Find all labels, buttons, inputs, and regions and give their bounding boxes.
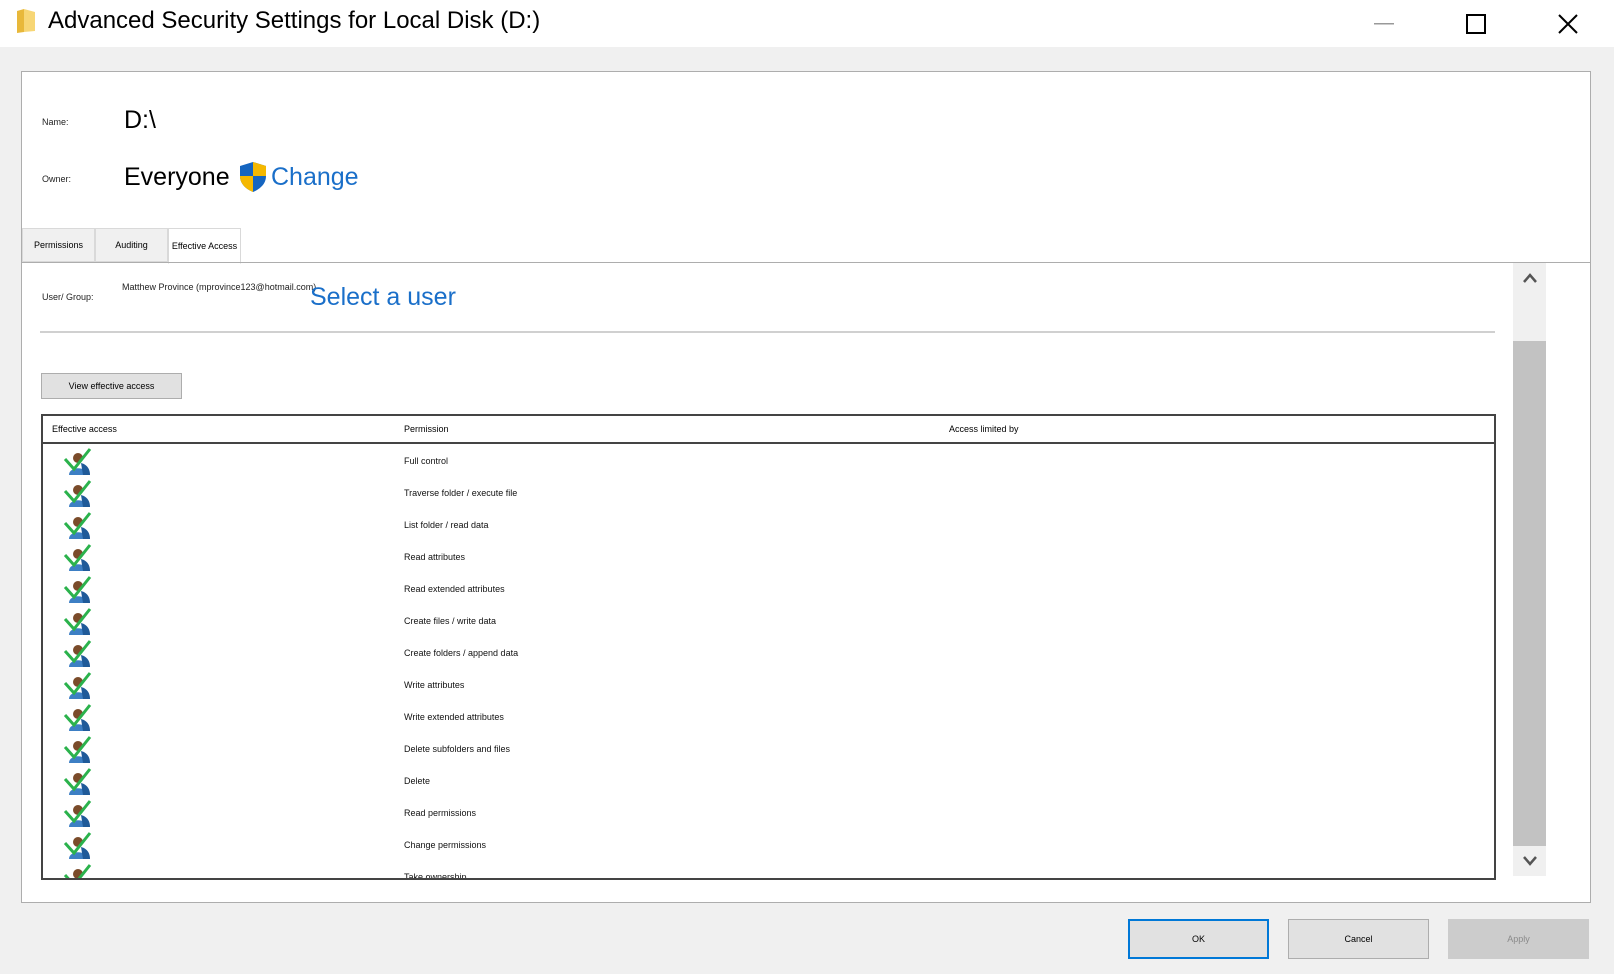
effective-access-table: Effective access Permission Access limit… (41, 414, 1496, 880)
permission-label: Create folders / append data (404, 648, 519, 658)
settings-panel: Name: D:\ Owner: Everyone Change Permiss… (21, 71, 1591, 903)
minimize-button[interactable] (1338, 0, 1430, 47)
apply-button[interactable]: Apply (1448, 919, 1589, 959)
tab-effective-access[interactable]: Effective Access (168, 228, 241, 264)
permission-label: Delete (404, 776, 431, 786)
tab-permissions[interactable]: Permissions (22, 228, 95, 262)
permission-label: Take ownership (404, 872, 467, 880)
table-row[interactable]: Create folders / append data (43, 636, 1494, 668)
permission-label: Delete subfolders and files (404, 744, 511, 754)
change-owner-link[interactable]: Change (271, 162, 359, 192)
permission-label: Read permissions (404, 808, 477, 818)
user-check-icon (63, 768, 92, 795)
user-check-icon (63, 672, 92, 699)
close-button[interactable] (1522, 0, 1614, 47)
user-check-icon (63, 736, 92, 763)
table-row[interactable]: Delete (43, 764, 1494, 796)
user-group-label: User/ Group: (42, 292, 94, 302)
folder-icon (17, 9, 35, 33)
permission-label: Traverse folder / execute file (404, 488, 518, 498)
user-check-icon (63, 832, 92, 859)
divider (40, 331, 1495, 333)
table-row[interactable]: Read attributes (43, 540, 1494, 572)
select-user-link[interactable]: Select a user (310, 282, 456, 312)
window-title: Advanced Security Settings for Local Dis… (48, 7, 541, 34)
table-row[interactable]: Write extended attributes (43, 700, 1494, 732)
user-check-icon (63, 608, 92, 635)
user-check-icon (63, 800, 92, 827)
permission-label: Read extended attributes (404, 584, 505, 594)
table-row[interactable]: Read extended attributes (43, 572, 1494, 604)
minimize-icon (1374, 22, 1394, 24)
table-row[interactable]: Take ownership (43, 860, 1494, 880)
name-label: Name: (42, 117, 69, 127)
permission-label: Full control (404, 456, 449, 466)
table-body: Full control Traverse folder / execute fi… (43, 444, 1494, 880)
owner-label: Owner: (42, 174, 72, 184)
column-header-effective-access[interactable]: Effective access (52, 424, 117, 434)
permission-label: Change permissions (404, 840, 487, 850)
table-header: Effective access Permission Access limit… (43, 416, 1494, 444)
close-icon (1558, 13, 1578, 34)
shield-icon (240, 162, 266, 192)
user-check-icon (63, 704, 92, 731)
table-row[interactable]: Write attributes (43, 668, 1494, 700)
table-row[interactable]: Full control (43, 444, 1494, 476)
owner-name: Everyone (124, 163, 230, 191)
selected-user: Matthew Province (mprovince123@hotmail.c… (122, 282, 317, 292)
table-row[interactable]: Create files / write data (43, 604, 1494, 636)
scroll-down-button[interactable] (1513, 846, 1546, 876)
tab-auditing[interactable]: Auditing (95, 228, 168, 262)
user-check-icon (63, 448, 92, 475)
scroll-up-button[interactable] (1513, 263, 1546, 293)
cancel-button[interactable]: Cancel (1288, 919, 1429, 959)
column-header-access-limited-by[interactable]: Access limited by (949, 424, 1019, 434)
permission-label: Write extended attributes (404, 712, 504, 722)
user-check-icon (63, 512, 92, 539)
chevron-up-icon (1522, 273, 1537, 283)
object-name: D:\ (124, 106, 156, 134)
table-row[interactable]: Delete subfolders and files (43, 732, 1494, 764)
chevron-down-icon (1522, 856, 1537, 866)
vertical-scrollbar[interactable] (1513, 263, 1546, 876)
ok-button[interactable]: OK (1128, 919, 1269, 959)
column-header-permission[interactable]: Permission (404, 424, 449, 434)
user-check-icon (63, 544, 92, 571)
view-effective-access-button[interactable]: View effective access (41, 373, 182, 399)
permission-label: Read attributes (404, 552, 466, 562)
user-check-icon (63, 576, 92, 603)
permission-label: Write attributes (404, 680, 465, 690)
user-check-icon (63, 480, 92, 507)
scroll-thumb[interactable] (1513, 341, 1546, 846)
permission-label: Create files / write data (404, 616, 497, 626)
user-check-icon (63, 640, 92, 667)
user-check-icon (63, 864, 92, 878)
maximize-button[interactable] (1430, 0, 1522, 47)
table-row[interactable]: Traverse folder / execute file (43, 476, 1494, 508)
permission-label: List folder / read data (404, 520, 489, 530)
table-row[interactable]: Read permissions (43, 796, 1494, 828)
title-bar: Advanced Security Settings for Local Dis… (0, 0, 1614, 47)
table-row[interactable]: Change permissions (43, 828, 1494, 860)
tab-divider (22, 262, 1590, 263)
table-row[interactable]: List folder / read data (43, 508, 1494, 540)
maximize-icon (1466, 13, 1486, 34)
